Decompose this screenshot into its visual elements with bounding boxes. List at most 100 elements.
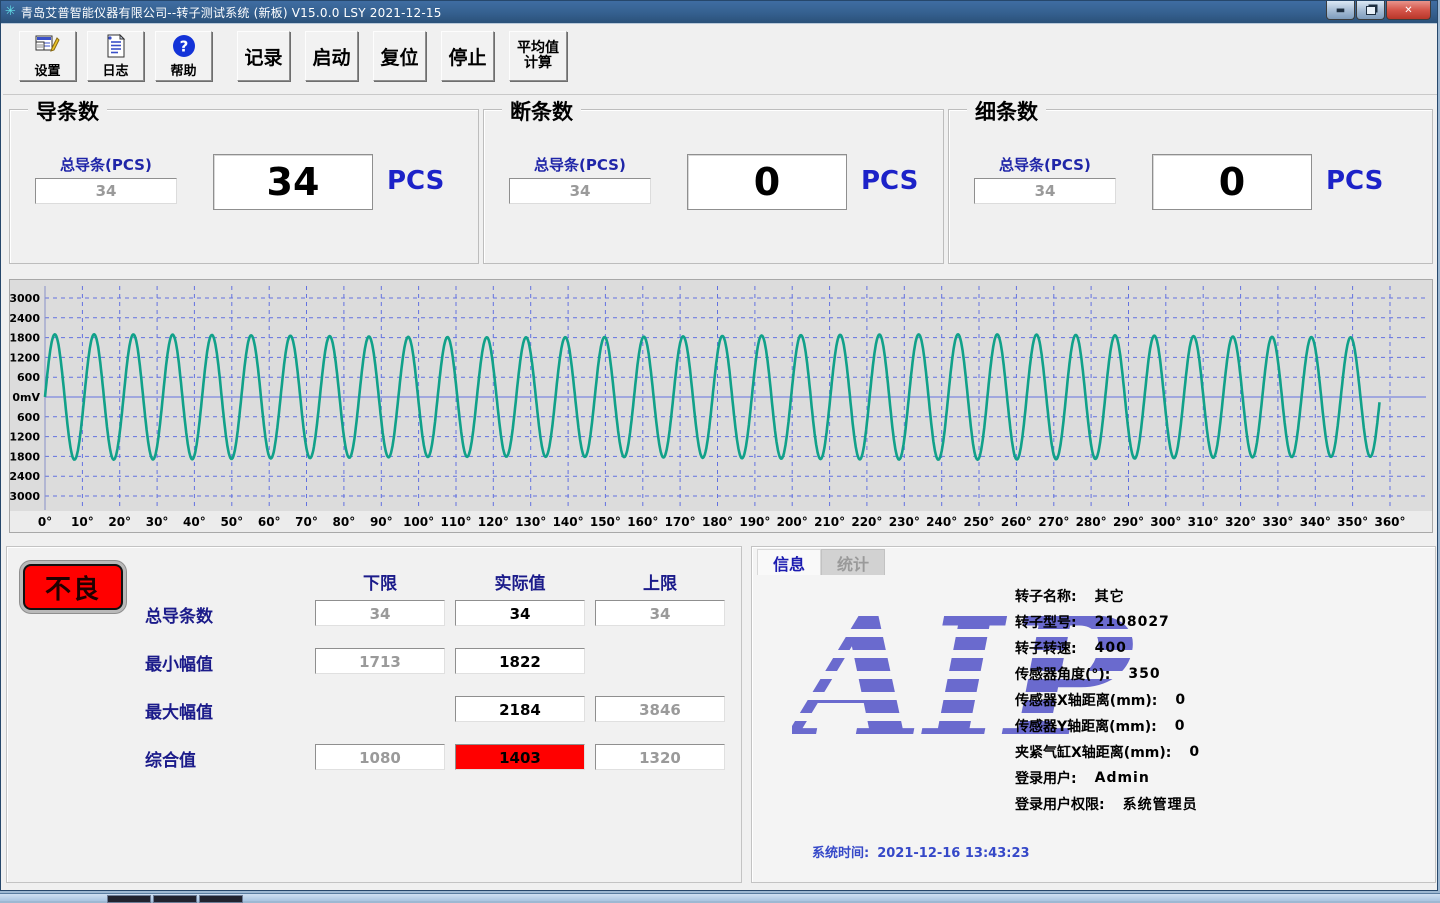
- window-title: 青岛艾普智能仪器有限公司--转子测试系统 (新板) V15.0.0 LSY 20…: [21, 4, 442, 21]
- svg-text:0mV: 0mV: [12, 391, 40, 404]
- info-field-list: 转子名称:其它转子型号:2108027转子转速:400传感器角度(°):350传…: [1015, 583, 1425, 817]
- svg-text:3000: 3000: [10, 490, 40, 503]
- info-field-value: 350: [1128, 666, 1160, 682]
- info-field-row: 传感器角度(°):350: [1015, 661, 1425, 687]
- column-header-actual: 实际值: [455, 569, 585, 594]
- tab-statistics[interactable]: 统计: [821, 549, 885, 575]
- minimize-button[interactable]: ▬: [1326, 1, 1355, 20]
- total-bars-input[interactable]: 34: [974, 178, 1116, 204]
- total-bars-lower: 34: [315, 600, 445, 626]
- svg-text:130°: 130°: [515, 515, 546, 529]
- svg-text:1200: 1200: [10, 351, 40, 364]
- groupbox-title: 断条数: [502, 96, 581, 126]
- taskbar-button[interactable]: [199, 895, 243, 903]
- svg-text:190°: 190°: [739, 515, 770, 529]
- broken-bar-count-display: 0: [687, 154, 847, 210]
- info-field-label: 传感器Y轴距离(mm):: [1015, 716, 1157, 736]
- total-bars-label: 总导条(PCS): [999, 154, 1091, 175]
- groupbox-broken-bar-count: 断条数 总导条(PCS) 34 0 PCS: [483, 109, 944, 264]
- svg-text:280°: 280°: [1076, 515, 1107, 529]
- app-icon: ✳: [5, 1, 16, 23]
- restore-icon: [1366, 6, 1376, 15]
- info-field-label: 传感器X轴距离(mm):: [1015, 690, 1157, 710]
- waveform-chart: 0°10°20°30°40°50°60°70°80°90°100°110°120…: [9, 279, 1433, 533]
- record-button-label: 记录: [244, 43, 282, 70]
- taskbar-button[interactable]: [107, 895, 151, 903]
- close-button[interactable]: ✕: [1386, 1, 1431, 20]
- info-field-label: 转子转速:: [1015, 638, 1077, 658]
- stop-button-label: 停止: [448, 43, 486, 70]
- svg-text:180°: 180°: [702, 515, 733, 529]
- taskbar-button[interactable]: [153, 895, 197, 903]
- svg-text:2400: 2400: [10, 312, 40, 325]
- svg-text:10°: 10°: [71, 515, 94, 529]
- app-window: ✳ 青岛艾普智能仪器有限公司--转子测试系统 (新板) V15.0.0 LSY …: [0, 0, 1438, 891]
- average-calc-button-label: 平均值计算: [512, 41, 564, 72]
- thin-bar-count-display: 0: [1152, 154, 1312, 210]
- pcs-unit-label: PCS: [861, 166, 918, 196]
- svg-text:0°: 0°: [38, 515, 52, 529]
- svg-text:50°: 50°: [220, 515, 243, 529]
- restore-button[interactable]: [1356, 1, 1385, 20]
- system-time-label: 系统时间:: [812, 846, 869, 861]
- svg-text:70°: 70°: [295, 515, 318, 529]
- info-field-value: 400: [1095, 640, 1127, 656]
- info-field-row: 夹紧气缸X轴距离(mm): 0: [1015, 739, 1425, 765]
- reset-button[interactable]: 复位: [373, 31, 426, 81]
- column-header-upper-limit: 上限: [595, 569, 725, 594]
- record-button[interactable]: 记录: [237, 31, 290, 81]
- svg-text:30°: 30°: [146, 515, 169, 529]
- row-label-total-bars: 总导条数: [145, 602, 213, 627]
- svg-text:40°: 40°: [183, 515, 206, 529]
- svg-text:250°: 250°: [963, 515, 994, 529]
- info-field-value: 系统管理员: [1123, 794, 1198, 814]
- svg-text:1800: 1800: [10, 450, 40, 463]
- svg-text:1200: 1200: [10, 431, 40, 444]
- svg-text:60°: 60°: [258, 515, 281, 529]
- info-tabs: 信息 统计: [757, 549, 885, 575]
- groupbox-bar-count: 导条数 总导条(PCS) 34 34 PCS: [9, 109, 479, 264]
- settings-button-label: 设置: [34, 60, 60, 79]
- bar-count-display: 34: [213, 154, 373, 210]
- settings-icon: [35, 33, 61, 59]
- svg-text:20°: 20°: [108, 515, 131, 529]
- average-calc-button[interactable]: 平均值计算: [509, 31, 567, 81]
- help-icon: ?: [172, 33, 196, 59]
- svg-text:90°: 90°: [370, 515, 393, 529]
- info-field-label: 登录用户权限:: [1015, 794, 1105, 814]
- svg-text:320°: 320°: [1225, 515, 1256, 529]
- info-field-label: 转子名称:: [1015, 586, 1077, 606]
- tab-info[interactable]: 信息: [757, 549, 821, 575]
- help-button[interactable]: ? 帮助: [155, 31, 212, 81]
- info-field-row: 传感器X轴距离(mm): 0: [1015, 687, 1425, 713]
- info-field-value: 0: [1175, 692, 1186, 708]
- max-amplitude-upper: 3846: [595, 696, 725, 722]
- log-button[interactable]: 日志: [87, 31, 144, 81]
- svg-text:220°: 220°: [851, 515, 882, 529]
- stop-button[interactable]: 停止: [441, 31, 494, 81]
- settings-button[interactable]: 设置: [19, 31, 76, 81]
- info-field-value: Admin: [1095, 770, 1150, 786]
- reset-button-label: 复位: [380, 43, 418, 70]
- svg-text:260°: 260°: [1001, 515, 1032, 529]
- svg-text:200°: 200°: [777, 515, 808, 529]
- info-field-label: 夹紧气缸X轴距离(mm):: [1015, 742, 1171, 762]
- info-field-value: 其它: [1095, 586, 1125, 606]
- total-bars-label: 总导条(PCS): [534, 154, 626, 175]
- total-bars-input[interactable]: 34: [509, 178, 651, 204]
- pcs-unit-label: PCS: [387, 166, 444, 196]
- groupbox-title: 细条数: [967, 96, 1046, 126]
- svg-text:3000: 3000: [10, 292, 40, 305]
- info-field-label: 登录用户:: [1015, 768, 1077, 788]
- svg-text:100°: 100°: [403, 515, 434, 529]
- info-field-row: 登录用户权限: 系统管理员: [1015, 791, 1425, 817]
- start-button[interactable]: 启动: [305, 31, 358, 81]
- total-bars-input[interactable]: 34: [35, 178, 177, 204]
- svg-text:330°: 330°: [1262, 515, 1293, 529]
- groupbox-title: 导条数: [28, 96, 107, 126]
- titlebar[interactable]: ✳ 青岛艾普智能仪器有限公司--转子测试系统 (新板) V15.0.0 LSY …: [1, 1, 1437, 24]
- row-label-max-amplitude: 最大幅值: [145, 698, 213, 723]
- waveform-svg: 0°10°20°30°40°50°60°70°80°90°100°110°120…: [10, 280, 1432, 532]
- info-field-value: 0: [1175, 718, 1186, 734]
- info-field-value: 0: [1189, 744, 1200, 760]
